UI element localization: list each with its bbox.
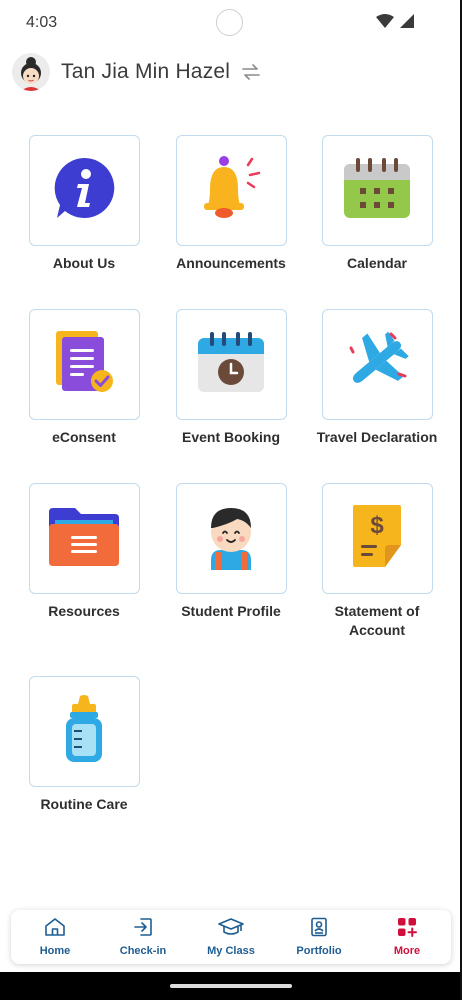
nav-label: My Class (207, 945, 255, 957)
airplane-icon (343, 330, 411, 399)
bottom-navigation: Home Check-in My Class Portfolio More (11, 910, 451, 964)
tile-label: Announcements (176, 255, 286, 271)
switch-account-icon[interactable] (241, 63, 261, 81)
nav-label: Check-in (119, 945, 167, 957)
tile-econsent-box[interactable] (28, 309, 140, 420)
tile-label: Event Booking (181, 429, 280, 445)
tile-label: eConsent (52, 429, 116, 445)
tile-statement-of-account[interactable]: $ Statement of Account (312, 483, 442, 640)
nav-item-more[interactable]: More (363, 910, 451, 964)
event-clock-icon (196, 330, 266, 399)
tile-label: Routine Care (40, 796, 128, 812)
portfolio-icon (309, 917, 329, 942)
nav-label: Portfolio (296, 945, 342, 957)
check-in-icon (132, 917, 154, 942)
more-grid-icon (397, 917, 417, 942)
signal-icon (400, 14, 414, 33)
tile-event-booking[interactable]: Event Booking (166, 309, 296, 447)
nav-item-portfolio[interactable]: Portfolio (275, 910, 363, 964)
username: Tan Jia Min Hazel (61, 60, 231, 83)
student-icon (199, 502, 263, 575)
graduation-cap-icon (218, 917, 244, 942)
status-bar: 4:03 (0, 0, 462, 46)
tile-resources[interactable]: Resources (19, 483, 149, 621)
tile-about-us-box[interactable] (28, 135, 140, 246)
camera-cutout (216, 9, 243, 36)
home-icon (44, 917, 66, 942)
nav-label: Home (39, 945, 71, 957)
tile-label: About Us (52, 255, 116, 271)
profile-header[interactable]: Tan Jia Min Hazel (12, 53, 261, 91)
tile-calendar-box[interactable] (321, 135, 433, 246)
tile-label: Statement of Account (334, 603, 420, 638)
tile-resources-box[interactable] (28, 483, 140, 594)
tile-student-profile[interactable]: Student Profile (166, 483, 296, 621)
tile-travel-declaration[interactable]: Travel Declaration (312, 309, 442, 447)
nav-item-check-in[interactable]: Check-in (99, 910, 187, 964)
tile-announcements-box[interactable] (175, 135, 287, 246)
tile-calendar[interactable]: Calendar (312, 135, 442, 273)
wifi-icon (376, 14, 394, 33)
tile-econsent[interactable]: eConsent (19, 309, 149, 447)
document-check-icon (52, 329, 116, 400)
tile-routine-care-box[interactable] (28, 676, 140, 787)
system-navigation-bar (0, 972, 462, 1000)
tile-label: Student Profile (181, 603, 281, 619)
status-time: 4:03 (26, 14, 58, 31)
tile-travel-declaration-box[interactable] (321, 309, 433, 420)
baby-bottle-icon (62, 694, 106, 769)
status-icons (376, 14, 414, 33)
bell-icon (196, 155, 266, 226)
nav-item-my-class[interactable]: My Class (187, 910, 275, 964)
tile-label: Resources (48, 603, 120, 619)
home-gesture-pill[interactable] (170, 984, 292, 988)
tile-event-booking-box[interactable] (175, 309, 287, 420)
info-icon (51, 155, 117, 226)
svg-text:$: $ (370, 512, 384, 539)
tile-student-profile-box[interactable] (175, 483, 287, 594)
avatar[interactable] (12, 53, 50, 91)
tile-announcements[interactable]: Announcements (166, 135, 296, 273)
calendar-icon (342, 156, 412, 225)
tile-routine-care[interactable]: Routine Care (19, 676, 149, 814)
tile-label: Travel Declaration (316, 429, 438, 445)
tile-label: Calendar (347, 255, 407, 271)
tile-about-us[interactable]: About Us (19, 135, 149, 273)
folder-icon (47, 504, 121, 573)
nav-label: More (393, 945, 421, 957)
invoice-dollar-icon: $ (349, 503, 405, 574)
nav-item-home[interactable]: Home (11, 910, 99, 964)
tile-statement-of-account-box[interactable]: $ (321, 483, 433, 594)
